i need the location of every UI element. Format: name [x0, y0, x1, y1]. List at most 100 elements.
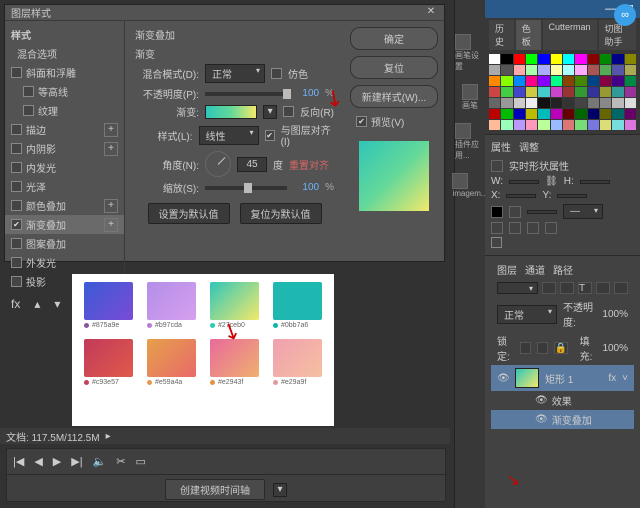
color-swatch[interactable] — [600, 120, 611, 130]
eye-fx-icon[interactable]: 👁 — [535, 395, 548, 406]
gradient-swatch[interactable] — [147, 339, 196, 377]
gradient-swatch[interactable] — [147, 282, 196, 320]
style-item-3[interactable]: 描边+ — [5, 120, 124, 139]
reverse-checkbox[interactable] — [283, 106, 294, 117]
color-swatch[interactable] — [526, 65, 537, 75]
collapse-fx-icon[interactable]: ˅ — [622, 373, 628, 384]
color-swatch[interactable] — [526, 76, 537, 86]
style-checkbox[interactable] — [11, 124, 22, 135]
color-swatch[interactable] — [588, 54, 599, 64]
style-item-5[interactable]: 内发光 — [5, 158, 124, 177]
gradient-swatch[interactable] — [210, 339, 259, 377]
color-swatch[interactable] — [612, 87, 623, 97]
color-swatch[interactable] — [625, 98, 636, 108]
blend-options[interactable]: 混合选项 — [5, 44, 124, 63]
color-swatch[interactable] — [514, 87, 525, 97]
opacity-value[interactable]: 100 — [293, 88, 319, 99]
add-instance-icon[interactable]: + — [104, 218, 118, 232]
color-swatch[interactable] — [563, 109, 574, 119]
visibility-icon[interactable]: 👁 — [497, 373, 509, 384]
layer-filter-select[interactable] — [497, 282, 538, 294]
color-swatch[interactable] — [563, 65, 574, 75]
add-instance-icon[interactable]: + — [104, 199, 118, 213]
color-swatch[interactable] — [612, 54, 623, 64]
color-swatch[interactable] — [538, 76, 549, 86]
add-instance-icon[interactable]: + — [104, 123, 118, 137]
layer-name[interactable]: 矩形 1 — [545, 371, 573, 386]
style-item-9[interactable]: 图案叠加 — [5, 234, 124, 253]
effects-row[interactable]: 👁效果 — [491, 391, 634, 410]
color-swatch[interactable] — [489, 120, 500, 130]
layer-opacity-value[interactable]: 100% — [602, 309, 628, 320]
style-item-2[interactable]: 纹理 — [5, 101, 124, 120]
color-swatch[interactable] — [563, 76, 574, 86]
angle-value[interactable]: 45 — [237, 157, 267, 172]
style-checkbox[interactable] — [11, 238, 22, 249]
play-icon[interactable]: ▶ — [53, 455, 61, 468]
color-swatch[interactable] — [575, 109, 586, 119]
gradient-swatch[interactable] — [84, 282, 133, 320]
tab-cutterman[interactable]: Cutterman — [543, 20, 597, 50]
color-swatch[interactable] — [575, 98, 586, 108]
color-swatch[interactable] — [514, 54, 525, 64]
color-swatch[interactable] — [514, 98, 525, 108]
align-checkbox[interactable] — [265, 130, 275, 141]
scale-slider[interactable] — [205, 186, 287, 190]
color-swatch[interactable] — [600, 109, 611, 119]
stroke-style-select[interactable]: — — [563, 204, 603, 219]
style-checkbox[interactable] — [11, 276, 22, 287]
layer-row[interactable]: 👁 矩形 1 fx ˅ — [491, 365, 634, 391]
lock-pixels-icon[interactable] — [520, 342, 531, 354]
filter-image-icon[interactable] — [542, 282, 556, 294]
color-swatch[interactable] — [563, 98, 574, 108]
color-swatch[interactable] — [600, 98, 611, 108]
next-frame-icon[interactable]: ▶| — [71, 455, 82, 468]
color-swatch[interactable] — [625, 76, 636, 86]
color-swatch[interactable] — [612, 76, 623, 86]
cancel-button[interactable]: 复位 — [350, 56, 438, 79]
style-item-10[interactable]: 外发光 — [5, 253, 124, 272]
color-swatch[interactable] — [489, 87, 500, 97]
split-icon[interactable]: ✂ — [116, 455, 125, 468]
color-swatch[interactable] — [551, 54, 562, 64]
color-swatch[interactable] — [526, 109, 537, 119]
color-swatch[interactable] — [501, 54, 512, 64]
gradient-overlay-row[interactable]: 👁渐变叠加 — [491, 410, 634, 429]
style-checkbox[interactable] — [11, 200, 22, 211]
color-swatch[interactable] — [588, 98, 599, 108]
color-swatch[interactable] — [575, 76, 586, 86]
cloud-app-icon[interactable]: ∞ — [614, 4, 636, 26]
color-swatch[interactable] — [551, 65, 562, 75]
color-swatch[interactable] — [575, 87, 586, 97]
color-swatch[interactable] — [588, 109, 599, 119]
add-instance-icon[interactable]: + — [104, 142, 118, 156]
color-swatch[interactable] — [514, 120, 525, 130]
tab-properties[interactable]: 属性 — [491, 139, 511, 154]
style-item-8[interactable]: 渐变叠加+ — [5, 215, 124, 234]
style-checkbox[interactable] — [11, 143, 22, 154]
color-swatch[interactable] — [625, 120, 636, 130]
color-swatch[interactable] — [612, 120, 623, 130]
tab-adjustments[interactable]: 调整 — [519, 139, 539, 154]
corner-bl-icon[interactable] — [545, 222, 557, 234]
preview-checkbox[interactable] — [356, 116, 367, 127]
dither-checkbox[interactable] — [271, 68, 282, 79]
color-swatch[interactable] — [489, 76, 500, 86]
color-swatch[interactable] — [551, 87, 562, 97]
angle-dial[interactable] — [205, 151, 231, 177]
color-swatch[interactable] — [551, 98, 562, 108]
color-swatch[interactable] — [526, 98, 537, 108]
color-swatch[interactable] — [489, 54, 500, 64]
color-swatch[interactable] — [489, 65, 500, 75]
color-swatch[interactable] — [538, 65, 549, 75]
color-swatch[interactable] — [501, 76, 512, 86]
fill-value[interactable]: 100% — [602, 343, 628, 354]
color-swatch[interactable] — [575, 54, 586, 64]
stroke-width-field[interactable] — [527, 210, 557, 214]
style-item-4[interactable]: 内阴影+ — [5, 139, 124, 158]
color-swatch[interactable] — [600, 87, 611, 97]
tab-history[interactable]: 历史 — [489, 20, 514, 50]
style-checkbox[interactable] — [11, 257, 22, 268]
color-swatch[interactable] — [600, 76, 611, 86]
reset-default-button[interactable]: 复位为默认值 — [240, 203, 322, 224]
